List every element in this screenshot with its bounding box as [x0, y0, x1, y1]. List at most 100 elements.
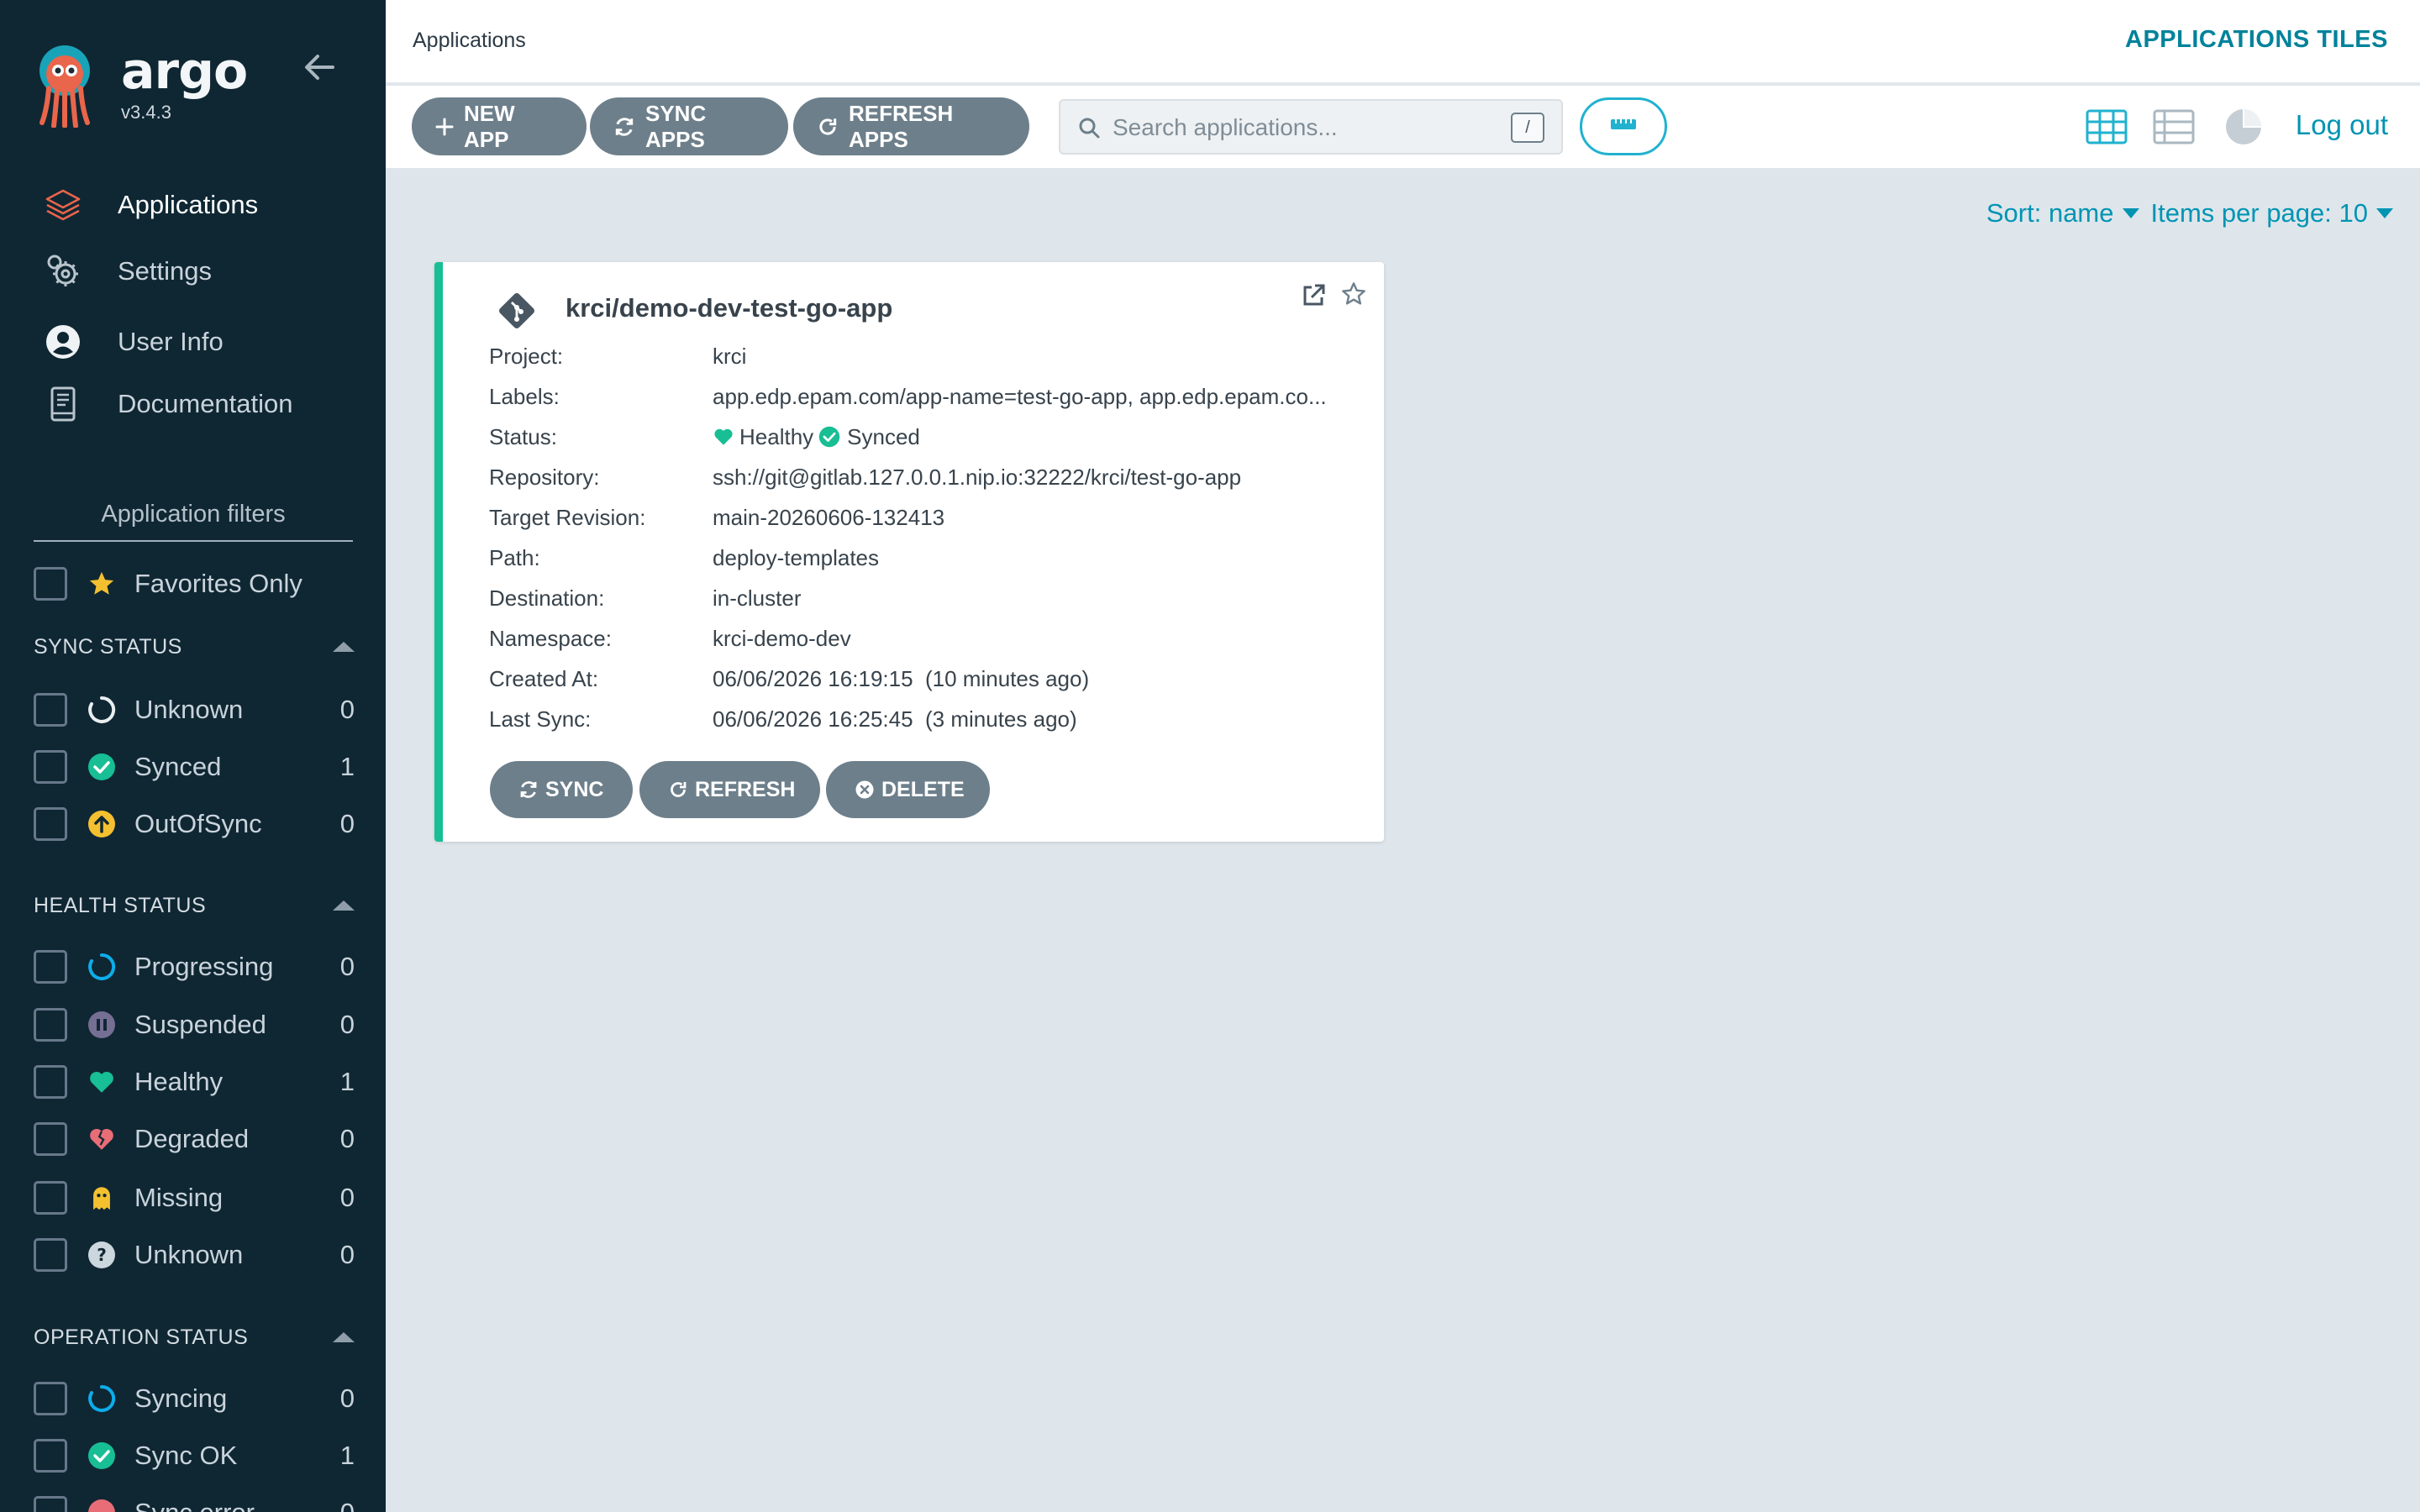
version-label: v3.4.3: [121, 102, 171, 123]
sync-apps-label: SYNC APPS: [645, 100, 707, 152]
sync-icon: [613, 116, 635, 138]
search-input[interactable]: [1113, 109, 1482, 146]
pie-chart-view-icon[interactable]: [2223, 106, 2265, 148]
filters-title: Application filters: [34, 501, 353, 542]
filter-count: 0: [339, 1124, 355, 1153]
filter-progressing[interactable]: Progressing 0: [34, 946, 355, 988]
sync-button[interactable]: SYNC: [490, 761, 633, 818]
sync-status-header[interactable]: SYNC STATUS: [34, 630, 355, 664]
new-app-button[interactable]: NEW APP: [412, 97, 587, 155]
brand-name: argo: [121, 42, 248, 101]
filter-checkbox[interactable]: [34, 807, 67, 841]
sidebar-item-user-info[interactable]: User Info: [0, 317, 386, 367]
collapse-caret-icon[interactable]: [333, 1332, 355, 1342]
argo-logo-icon: [39, 45, 90, 128]
list-view-icon[interactable]: [2153, 106, 2195, 148]
external-link-icon[interactable]: [1300, 282, 1327, 313]
ghost-icon: [87, 1184, 116, 1212]
filter-count: 0: [329, 1498, 355, 1512]
filter-sync-unknown[interactable]: Unknown 0: [34, 689, 355, 731]
field-key: Project:: [489, 343, 564, 369]
sidebar-item-documentation[interactable]: Documentation: [0, 379, 386, 429]
field-key: Destination:: [489, 585, 605, 611]
filter-checkbox[interactable]: [34, 1065, 67, 1099]
filter-checkbox[interactable]: [34, 750, 67, 784]
field-created-at: Created At: 06/06/2026 16:19:15 (10 minu…: [489, 662, 1363, 696]
filter-sync-error[interactable]: Sync error 0: [34, 1492, 355, 1512]
tiles-view-icon[interactable]: [2086, 106, 2128, 148]
chevron-down-icon[interactable]: [2122, 208, 2139, 218]
field-value: deploy-templates: [713, 544, 879, 570]
refresh-button[interactable]: REFRESH: [639, 761, 820, 818]
filter-count: 0: [339, 952, 355, 981]
filter-checkbox[interactable]: [34, 1439, 67, 1473]
sidebar: argo v3.4.3 Applications Settings User I…: [0, 0, 386, 1512]
circle-notch-icon: [87, 953, 116, 981]
collapse-caret-icon[interactable]: [333, 900, 355, 911]
field-value: 06/06/2026 16:19:15 (10 minutes ago): [713, 665, 1090, 691]
filter-checkbox[interactable]: [34, 1382, 67, 1415]
check-circle-icon: [87, 753, 116, 781]
filter-checkbox[interactable]: [34, 1238, 67, 1272]
favorite-star-icon[interactable]: [1340, 281, 1367, 312]
times-circle-icon: [855, 780, 875, 800]
filter-checkbox[interactable]: [34, 950, 67, 984]
redo-icon: [817, 116, 839, 138]
collapse-sidebar-icon[interactable]: [301, 50, 338, 84]
sync-apps-button[interactable]: SYNC APPS: [590, 97, 788, 155]
app-title[interactable]: krci/demo-dev-test-go-app: [566, 293, 892, 323]
filter-checkbox[interactable]: [34, 1122, 67, 1156]
field-status: Status: Healthy Synced: [489, 420, 1363, 454]
refresh-label: REFRESH: [695, 777, 796, 801]
chevron-down-icon[interactable]: [2376, 208, 2393, 218]
collapse-caret-icon[interactable]: [333, 642, 355, 652]
search-box[interactable]: /: [1059, 99, 1563, 155]
filter-degraded[interactable]: Degraded 0: [34, 1118, 355, 1160]
filter-label: Degraded: [134, 1124, 250, 1153]
field-labels: Labels: app.edp.epam.com/app-name=test-g…: [489, 380, 1363, 413]
heart-broken-icon: [87, 1125, 116, 1153]
filter-syncing[interactable]: Syncing 0: [34, 1378, 355, 1420]
sidebar-item-settings[interactable]: Settings: [0, 246, 386, 297]
filter-checkbox[interactable]: [34, 1181, 67, 1215]
operation-status-header[interactable]: OPERATION STATUS: [34, 1320, 355, 1354]
filter-out-of-sync[interactable]: OutOfSync 0: [34, 803, 355, 845]
field-value: main-20260606-132413: [713, 504, 945, 530]
section-title: HEALTH STATUS: [34, 893, 207, 917]
filter-count: 1: [339, 1067, 355, 1096]
delete-button[interactable]: DELETE: [826, 761, 990, 818]
health-status-header[interactable]: HEALTH STATUS: [34, 889, 355, 922]
field-value: Healthy Synced: [713, 424, 920, 450]
favorites-checkbox[interactable]: [34, 567, 67, 601]
filter-synced[interactable]: Synced 1: [34, 746, 355, 788]
filter-healthy[interactable]: Healthy 1: [34, 1061, 355, 1103]
items-per-page-dropdown[interactable]: Items per page: 10: [2151, 198, 2369, 228]
filter-checkbox[interactable]: [34, 1496, 67, 1512]
sort-dropdown[interactable]: Sort: name: [1986, 198, 2114, 228]
star-icon: [87, 570, 116, 598]
section-title: OPERATION STATUS: [34, 1325, 249, 1349]
circle-notch-icon: [87, 696, 116, 724]
logout-link[interactable]: Log out: [2296, 109, 2388, 141]
filter-suspended[interactable]: Suspended 0: [34, 1004, 355, 1046]
filter-missing[interactable]: Missing 0: [34, 1177, 355, 1219]
field-project: Project: krci: [489, 339, 1363, 373]
circle-notch-icon: [87, 1384, 116, 1413]
filter-health-unknown[interactable]: ? Unknown 0: [34, 1234, 355, 1276]
filter-count: 1: [339, 1441, 355, 1470]
breadcrumb[interactable]: Applications: [413, 29, 526, 53]
field-key: Path:: [489, 544, 540, 570]
filter-sync-ok[interactable]: Sync OK 1: [34, 1435, 355, 1477]
sync-icon: [518, 780, 539, 800]
filter-checkbox[interactable]: [34, 693, 67, 727]
favorites-filter[interactable]: Favorites Only: [34, 564, 302, 603]
sidebar-item-applications[interactable]: Applications: [0, 180, 386, 230]
app-tile[interactable]: krci/demo-dev-test-go-app Project: krci …: [434, 262, 1384, 842]
sidebar-item-label: Applications: [118, 190, 259, 219]
filter-ruler-button[interactable]: [1580, 97, 1667, 155]
sidebar-item-label: Settings: [118, 256, 213, 286]
refresh-apps-button[interactable]: REFRESH APPS: [793, 97, 1029, 155]
filter-checkbox[interactable]: [34, 1008, 67, 1042]
filter-label: Synced: [134, 752, 222, 781]
field-key: Repository:: [489, 464, 600, 490]
